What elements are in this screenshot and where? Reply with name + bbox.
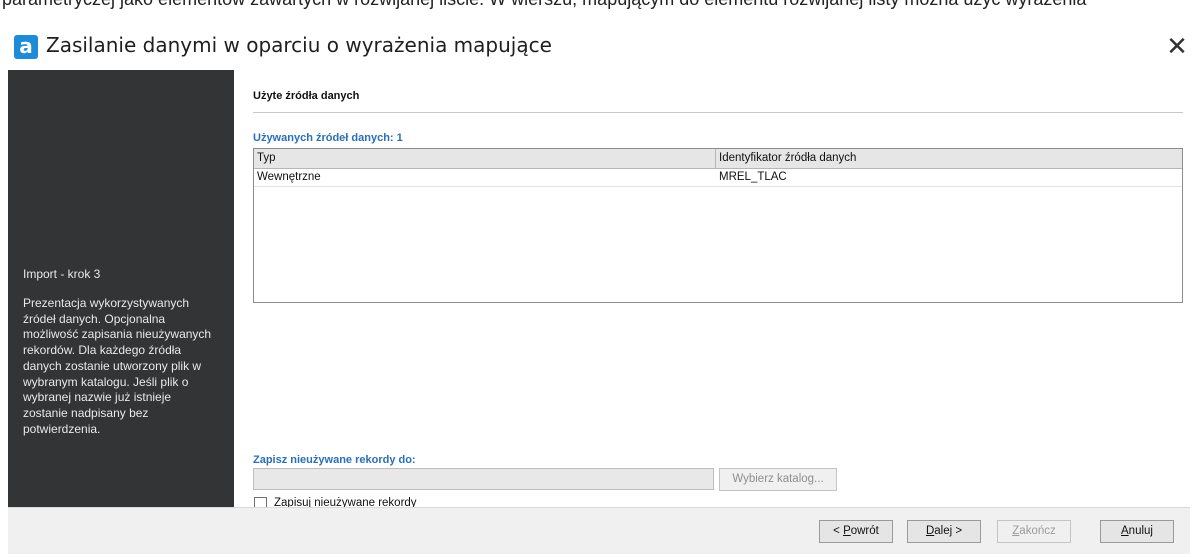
section-divider bbox=[253, 112, 1183, 113]
save-unused-records-label: Zapisz nieużywane rekordy do: bbox=[253, 454, 416, 466]
background-document-line: parametryczej jako elementów zawartych w… bbox=[2, 0, 1086, 9]
finish-button[interactable]: Zakończ bbox=[997, 520, 1071, 543]
table-header: Typ Identyfikator źródła danych bbox=[254, 149, 1182, 169]
close-icon[interactable]: ✕ bbox=[1160, 30, 1194, 64]
section-title: Użyte źródła danych bbox=[253, 90, 360, 102]
column-header-type[interactable]: Typ bbox=[254, 149, 716, 168]
import-wizard-dialog: a Zasilanie danymi w oparciu o wyrażenia… bbox=[0, 24, 1198, 557]
dialog-titlebar: a Zasilanie danymi w oparciu o wyrażenia… bbox=[0, 24, 1198, 70]
app-logo-icon: a bbox=[14, 35, 38, 59]
output-folder-input[interactable] bbox=[253, 468, 714, 490]
table-row[interactable]: Wewnętrzne MREL_TLAC bbox=[254, 169, 1182, 187]
column-header-source-id[interactable]: Identyfikator źródła danych bbox=[716, 149, 1182, 168]
wizard-step-label: Import - krok 3 bbox=[23, 267, 101, 281]
data-source-count-label: Używanych źródeł danych: 1 bbox=[253, 132, 403, 144]
next-button[interactable]: Dalej > bbox=[907, 520, 981, 543]
table-cell-source-id: MREL_TLAC bbox=[719, 171, 787, 183]
back-button[interactable]: < Powrót bbox=[819, 520, 893, 543]
dialog-title: Zasilanie danymi w oparciu o wyrażenia m… bbox=[46, 33, 552, 57]
data-sources-table[interactable]: Typ Identyfikator źródła danych Wewnętrz… bbox=[253, 148, 1183, 303]
dialog-left-border bbox=[0, 70, 8, 553]
wizard-button-bar: < Powrót Dalej > Zakończ Anuluj bbox=[8, 507, 1190, 554]
cancel-button[interactable]: Anuluj bbox=[1100, 520, 1174, 543]
wizard-step-description: Prezentacja wykorzystywanych źródeł dany… bbox=[23, 296, 212, 436]
choose-folder-button[interactable]: Wybierz katalog... bbox=[719, 468, 837, 491]
wizard-content: Użyte źródła danych Używanych źródeł dan… bbox=[234, 70, 1198, 510]
background-document-text: parametryczej jako elementów zawartych w… bbox=[0, 0, 1198, 24]
table-cell-type: Wewnętrzne bbox=[257, 171, 321, 183]
wizard-sidebar: Import - krok 3 Prezentacja wykorzystywa… bbox=[8, 70, 234, 507]
